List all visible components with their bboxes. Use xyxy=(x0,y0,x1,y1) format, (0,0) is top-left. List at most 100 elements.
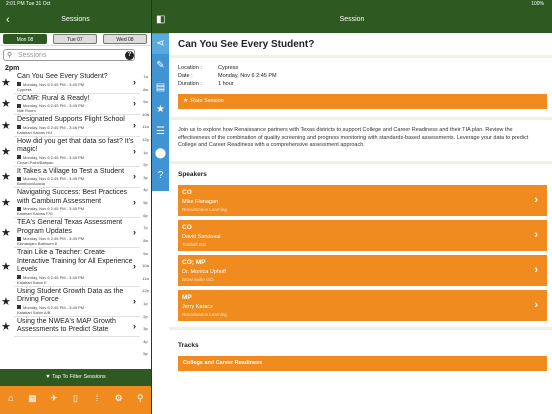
chevron-right-icon: › xyxy=(133,145,136,156)
list-item[interactable]: ★ Can You See Every Student? Monday, Nov 6… xyxy=(0,72,140,94)
session-item-room: Kalahari Salon E xyxy=(17,279,47,285)
favorite-star-icon[interactable]: ★ xyxy=(1,198,11,209)
time-index-item[interactable]: 11a xyxy=(140,276,151,281)
time-index-item[interactable]: 6p xyxy=(140,213,151,218)
time-index-item[interactable]: 1p xyxy=(140,301,151,306)
rate-session-button[interactable]: ★ Rate Session xyxy=(178,94,547,109)
time-index-item[interactable]: 3p xyxy=(140,326,151,331)
favorite-star-icon[interactable]: ★ xyxy=(1,172,11,183)
help-icon[interactable]: ? xyxy=(125,51,134,60)
clipboard-icon[interactable]: ▤ xyxy=(152,78,169,98)
time-index-item[interactable]: 10a xyxy=(140,112,151,117)
tab-day-2[interactable]: Tue 07 xyxy=(53,34,97,44)
time-index-item[interactable]: 7a xyxy=(140,74,151,79)
favorite-star-icon[interactable]: ★ xyxy=(1,262,11,273)
search-input[interactable]: ⚲ Sessions xyxy=(3,49,135,61)
duration-label: Duration : xyxy=(178,81,202,87)
speaker-org: Renaissance Learning xyxy=(182,312,227,317)
list-item[interactable]: ★ TEA's General Texas Assessment Program … xyxy=(0,218,140,248)
time-index-item[interactable]: 7p xyxy=(140,225,151,230)
session-title: Can You See Every Student? xyxy=(178,39,315,50)
time-index-bar[interactable]: 7a 8a 9a 10a 11a 12p 1p 2p 3p 4p 5p 6p 7p 8a 9a 10a 11a 1… xyxy=(140,72,151,369)
time-index-item[interactable]: 2p xyxy=(140,162,151,167)
bus-icon[interactable]: ▦ xyxy=(26,392,38,404)
search-icon[interactable]: ⚲ xyxy=(134,392,146,404)
row-separator xyxy=(14,335,140,337)
app-window: 2:01 PM Tue 31 Oct 100% ‹ Sessions Mon 0… xyxy=(0,0,552,414)
favorite-star-icon[interactable]: ★ xyxy=(1,120,11,132)
session-detail: Can You See Every Student? Location : Cyp… xyxy=(169,33,552,414)
time-index-item[interactable]: 5p xyxy=(140,351,151,356)
calendar-icon xyxy=(17,236,21,241)
grid-icon[interactable]: ⁞ xyxy=(91,392,103,404)
time-index-item[interactable]: 4p xyxy=(140,187,151,192)
time-index-item[interactable]: 9a xyxy=(140,99,151,104)
time-index-item[interactable]: 1p xyxy=(140,150,151,155)
list-item[interactable]: ★ Train Like a Teacher: Create Interactiv… xyxy=(0,248,140,287)
favorite-star-icon[interactable]: ★ xyxy=(1,228,11,239)
list-item[interactable]: ★ Navigating Success: Best Practices with… xyxy=(0,188,140,218)
favorite-star-icon[interactable]: ★ xyxy=(1,321,11,333)
list-item[interactable]: ★ Designated Supports Flight School Monday… xyxy=(0,115,140,137)
search-placeholder: Sessions xyxy=(18,52,47,59)
phone-icon[interactable]: ▯ xyxy=(70,392,82,404)
time-index-item[interactable]: 3p xyxy=(140,175,151,180)
tab-day-1[interactable]: Mon 08 xyxy=(3,34,47,44)
help-icon[interactable]: ? xyxy=(152,166,169,186)
duration-value: 1 hour xyxy=(218,81,234,87)
session-item-title: Using Student Growth Data as the Driving… xyxy=(17,287,124,304)
speaker-org: Brownsville ISD xyxy=(182,277,214,282)
star-icon[interactable]: ★ xyxy=(152,100,169,120)
time-index-item[interactable]: 8a xyxy=(140,87,151,92)
share-icon[interactable]: ⋖ xyxy=(152,34,169,54)
time-index-item[interactable]: 12p xyxy=(140,137,151,142)
favorite-star-icon[interactable]: ★ xyxy=(1,146,11,158)
home-icon[interactable]: ⌂ xyxy=(5,392,17,404)
track-button[interactable]: College and Career Readiness xyxy=(178,356,547,371)
date-label: Date : xyxy=(178,73,193,79)
session-list[interactable]: ★ Can You See Every Student? Monday, Nov 6… xyxy=(0,72,140,369)
plane-icon[interactable]: ✈ xyxy=(48,392,60,404)
speaker-name: Mike Flanagan xyxy=(182,199,219,205)
session-item-title: Using the NWEA's MAP Growth Assessments … xyxy=(17,317,116,334)
favorite-star-icon[interactable]: ★ xyxy=(1,296,11,308)
filter-button[interactable]: ▼ Tap To Filter Sessions xyxy=(0,369,151,386)
list-item[interactable]: ★ How did you get that data so fast? It's… xyxy=(0,137,140,167)
tab-day-3[interactable]: Wed 08 xyxy=(103,34,147,44)
speaker-name: David Sandoval xyxy=(182,234,221,240)
calendar-icon xyxy=(17,125,21,129)
speaker-role: MP xyxy=(182,294,192,301)
favorite-star-icon[interactable]: ★ xyxy=(1,99,11,110)
session-item-room: Bamboo/Acacia xyxy=(17,181,46,186)
chevron-right-icon: › xyxy=(534,229,538,241)
chevron-right-icon: › xyxy=(133,227,136,237)
time-index-item[interactable]: 2p xyxy=(140,314,151,319)
chat-icon[interactable]: ☰ xyxy=(152,122,169,142)
tracks-heading: Tracks xyxy=(178,342,199,349)
time-index-item[interactable]: 12p xyxy=(140,288,151,293)
rate-session-label: Rate Session xyxy=(191,98,224,104)
speaker-card[interactable]: CO David Sandoval Tomball ISD › xyxy=(178,220,547,251)
time-index-item[interactable]: 9a xyxy=(140,251,151,256)
speaker-card[interactable]: MP Jerry Karacz Renaissance Learning › xyxy=(178,290,547,321)
map-pin-icon[interactable]: ⬤ xyxy=(152,144,169,164)
time-index-item[interactable]: 8a xyxy=(140,238,151,243)
list-item[interactable]: ★ It Takes a Village to Test a Student Mon… xyxy=(0,167,140,188)
sessions-title: Sessions xyxy=(61,16,90,23)
speaker-card[interactable]: CO Mike Flanagan Renaissance Learning › xyxy=(178,185,547,216)
favorite-star-icon[interactable]: ★ xyxy=(1,77,11,89)
chevron-right-icon: › xyxy=(133,295,136,306)
speaker-card[interactable]: CO; MP Dr. Monica Uphoff Brownsville ISD… xyxy=(178,255,547,286)
gear-icon[interactable]: ⚙ xyxy=(113,392,125,404)
list-item[interactable]: ★ CCMR: Rural & Ready! Monday, Nov 6 2:45 … xyxy=(0,94,140,115)
pencil-icon[interactable]: ✎ xyxy=(152,56,169,76)
time-index-item[interactable]: 5p xyxy=(140,200,151,205)
time-index-item[interactable]: 11a xyxy=(140,124,151,129)
time-index-item[interactable]: 10a xyxy=(140,263,151,268)
filter-label: Tap To Filter Sessions xyxy=(52,374,106,380)
list-item[interactable]: ★ Using Student Growth Data as the Drivin… xyxy=(0,287,140,317)
calendar-icon xyxy=(17,275,21,279)
list-item[interactable]: ★ Using the NWEA's MAP Growth Assessments… xyxy=(0,317,140,337)
chevron-right-icon: › xyxy=(133,320,136,331)
time-index-item[interactable]: 4p xyxy=(140,339,151,344)
